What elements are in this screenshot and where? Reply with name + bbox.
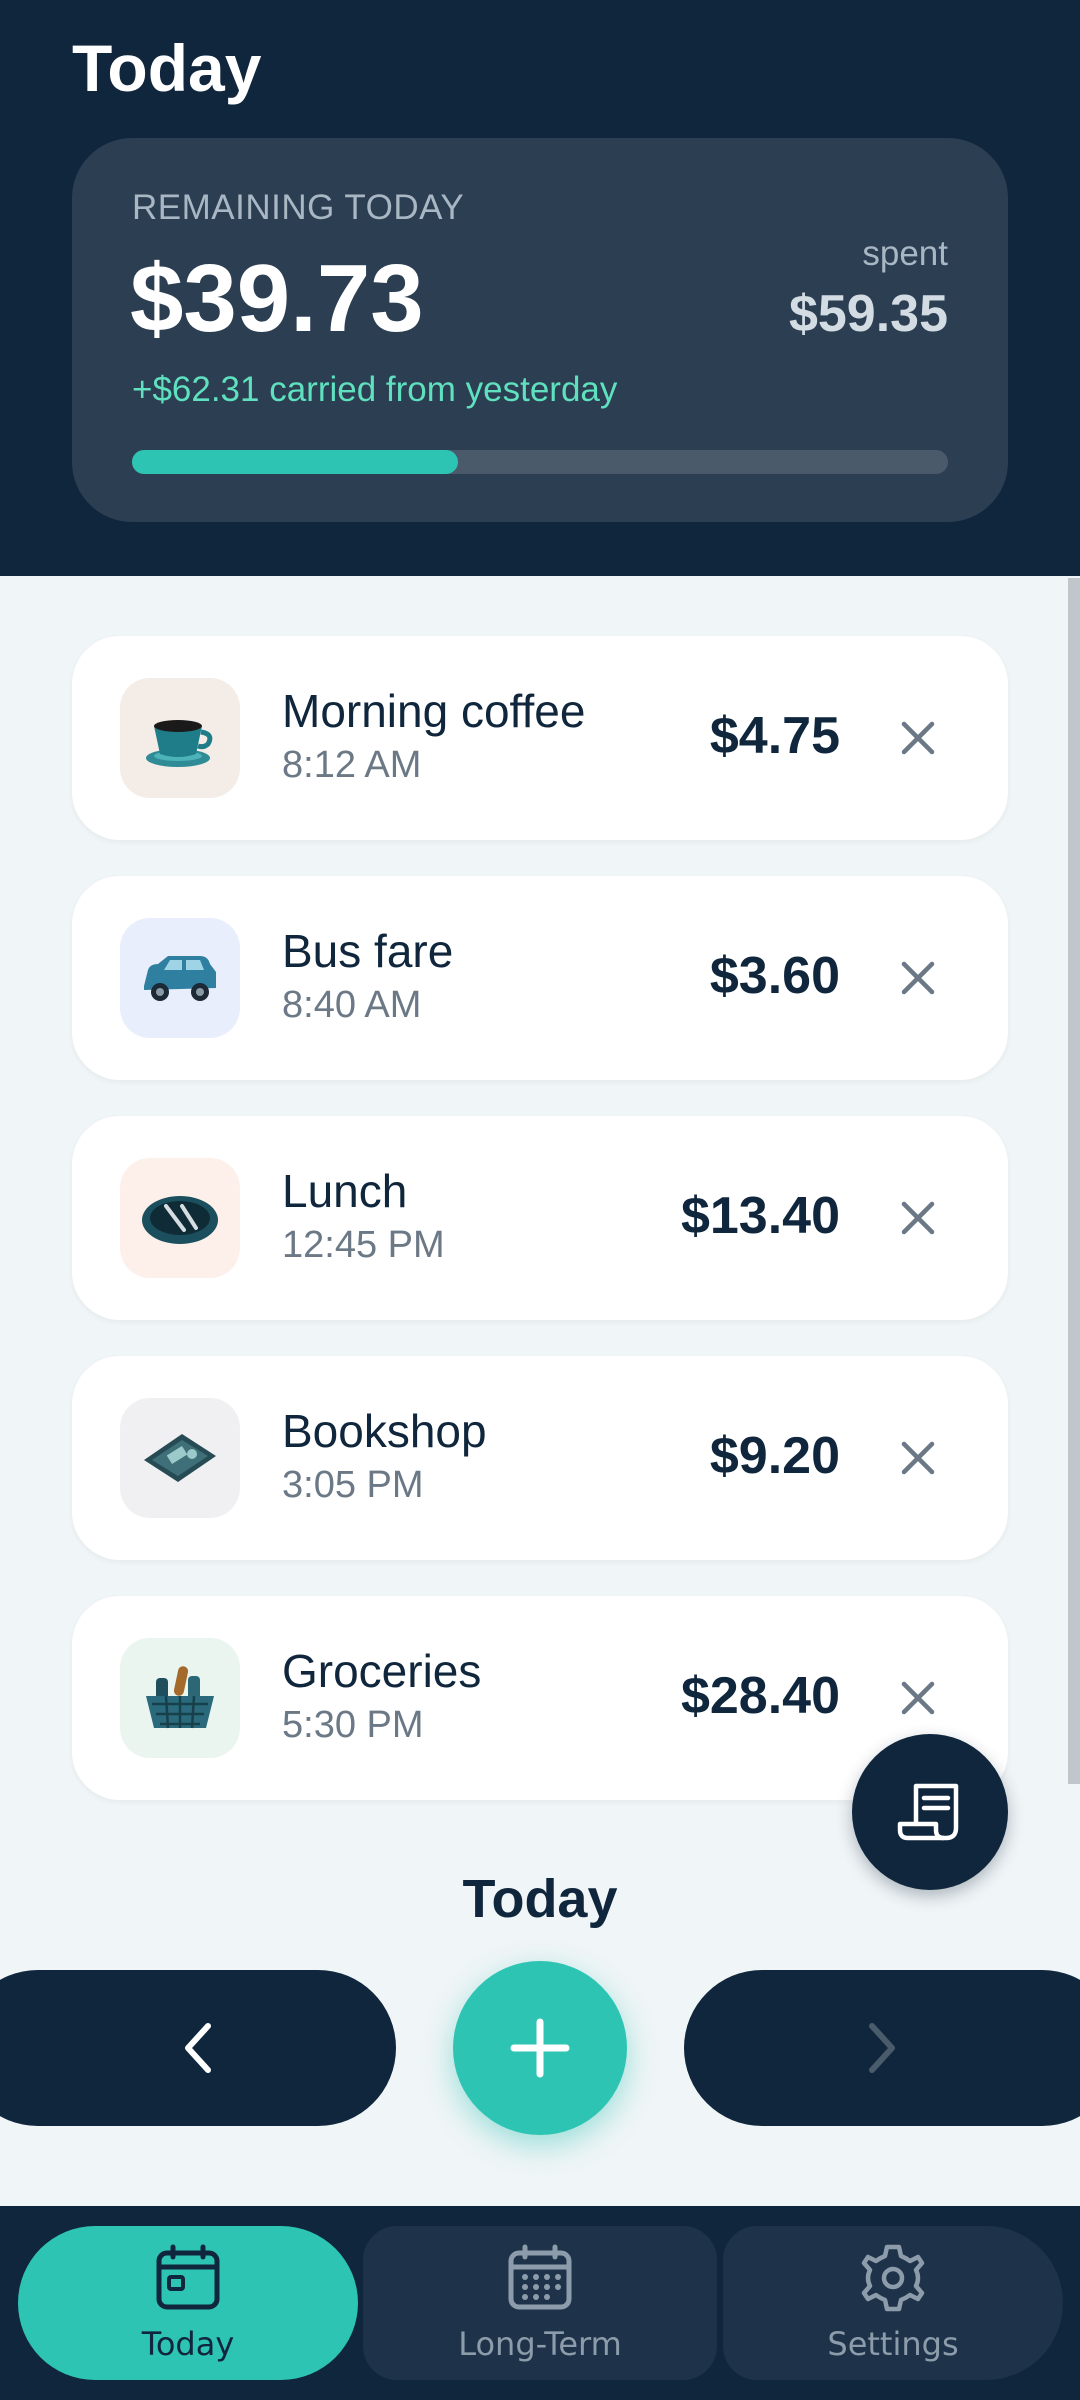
expense-amount: $28.40 bbox=[680, 1667, 840, 1725]
tab-settings[interactable]: Settings bbox=[723, 2226, 1063, 2380]
expense-name: Morning coffee bbox=[282, 685, 586, 737]
expense-time: 3:05 PM bbox=[282, 1464, 424, 1506]
carryover-text: +$62.31 carried from yesterday bbox=[132, 370, 618, 409]
close-icon bbox=[901, 721, 935, 755]
app-root: Today REMAINING TODAY $39.73 spent $59.3… bbox=[0, 0, 1080, 2400]
expense-icon-bg bbox=[120, 918, 240, 1038]
receipt-icon bbox=[897, 1783, 959, 1841]
gear-icon bbox=[861, 2244, 925, 2312]
expense-name: Bookshop bbox=[282, 1405, 487, 1457]
tab-today[interactable]: Today bbox=[18, 2226, 358, 2380]
budget-summary-card: REMAINING TODAY $39.73 spent $59.35 +$62… bbox=[72, 138, 1008, 522]
expense-name: Lunch bbox=[282, 1165, 408, 1217]
tab-label: Today bbox=[141, 2325, 235, 2363]
bottom-navigation: Today Long-Term Settings bbox=[0, 2206, 1080, 2400]
delete-expense-button[interactable] bbox=[888, 708, 948, 768]
expense-row[interactable]: Bus fare 8:40 AM $3.60 bbox=[72, 876, 1008, 1080]
tab-long-term[interactable]: Long-Term bbox=[363, 2226, 717, 2380]
expense-time: 8:40 AM bbox=[282, 984, 422, 1026]
delete-expense-button[interactable] bbox=[888, 1668, 948, 1728]
add-expense-button[interactable] bbox=[453, 1961, 627, 2135]
delete-expense-button[interactable] bbox=[888, 948, 948, 1008]
next-day-button[interactable] bbox=[684, 1970, 1080, 2126]
car-icon bbox=[144, 956, 216, 1001]
expense-amount: $4.75 bbox=[709, 707, 840, 765]
tab-label: Settings bbox=[827, 2325, 959, 2363]
chevron-right-icon bbox=[869, 2023, 895, 2073]
remaining-amount: $39.73 bbox=[130, 245, 424, 352]
expense-row[interactable]: Lunch 12:45 PM $13.40 bbox=[72, 1116, 1008, 1320]
current-day-label: Today bbox=[462, 1869, 618, 1929]
expense-amount: $13.40 bbox=[680, 1187, 840, 1245]
expense-icon-bg bbox=[120, 1398, 240, 1518]
plate-cutlery-icon bbox=[142, 1196, 218, 1244]
expense-row[interactable]: Bookshop 3:05 PM $9.20 bbox=[72, 1356, 1008, 1560]
close-icon bbox=[901, 1441, 935, 1475]
expense-name: Groceries bbox=[282, 1645, 482, 1697]
expense-time: 8:12 AM bbox=[282, 744, 422, 786]
chevron-left-icon bbox=[185, 2023, 211, 2073]
budget-progress-fill bbox=[132, 450, 459, 474]
close-icon bbox=[901, 1201, 935, 1235]
page-title: Today bbox=[72, 31, 262, 105]
spent-label: spent bbox=[862, 234, 948, 273]
close-icon bbox=[901, 961, 935, 995]
calendar-today-icon bbox=[156, 2244, 220, 2310]
previous-day-button[interactable] bbox=[0, 1970, 396, 2126]
delete-expense-button[interactable] bbox=[888, 1188, 948, 1248]
expense-name: Bus fare bbox=[282, 925, 454, 977]
plus-icon bbox=[510, 2018, 570, 2078]
close-icon bbox=[901, 1681, 935, 1715]
budget-progress-bar bbox=[132, 450, 948, 474]
tab-label: Long-Term bbox=[458, 2325, 622, 2363]
delete-expense-button[interactable] bbox=[888, 1428, 948, 1488]
coffee-cup-icon bbox=[146, 720, 213, 767]
expense-time: 5:30 PM bbox=[282, 1704, 424, 1746]
wallet-icon bbox=[144, 1434, 216, 1482]
expense-icon-bg bbox=[120, 1638, 240, 1758]
expense-time: 12:45 PM bbox=[282, 1224, 445, 1266]
remaining-label: REMAINING TODAY bbox=[132, 188, 465, 227]
scrollbar[interactable] bbox=[1068, 578, 1080, 1784]
header: Today REMAINING TODAY $39.73 spent $59.3… bbox=[0, 0, 1080, 576]
receipt-button[interactable] bbox=[852, 1734, 1008, 1890]
spent-amount: $59.35 bbox=[788, 285, 948, 343]
expense-amount: $9.20 bbox=[709, 1427, 840, 1485]
expense-row[interactable]: Morning coffee 8:12 AM $4.75 bbox=[72, 636, 1008, 840]
expense-icon-bg bbox=[120, 1158, 240, 1278]
grocery-basket-icon bbox=[146, 1666, 214, 1729]
expense-amount: $3.60 bbox=[709, 947, 840, 1005]
expense-icon-bg bbox=[120, 678, 240, 798]
calendar-grid-icon bbox=[508, 2244, 572, 2310]
